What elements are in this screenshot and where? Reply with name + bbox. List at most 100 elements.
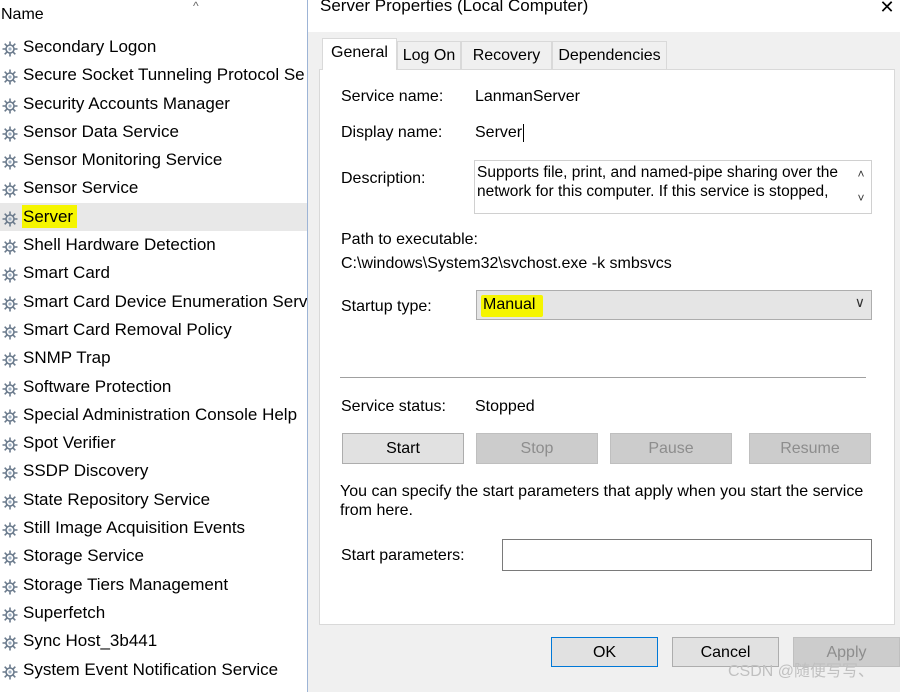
service-name: State Repository Service [23,489,211,509]
service-name: Server [22,204,78,228]
service-name: Superfetch [23,602,106,622]
dialog-titlebar[interactable]: Server Properties (Local Computer) ✕ [308,0,900,32]
service-name: Software Protection [23,376,172,396]
description-label: Description: [341,170,426,187]
dialog-title: Server Properties (Local Computer) [320,0,589,15]
service-row[interactable]: Secondary Logon [0,33,320,61]
divider [340,377,866,378]
gear-icon [1,96,19,114]
service-name-value: LanmanServer [475,88,580,105]
startup-type-value: Manual [481,295,544,317]
service-name: Special Administration Console Help [23,404,298,424]
watermark: CSDN @随便写写、 [728,663,875,680]
service-name: Secure Socket Tunneling Protocol Se [23,65,305,85]
startup-type-select[interactable]: Manual ∨ [476,290,872,320]
close-button[interactable]: ✕ [874,0,900,17]
gear-icon [1,39,19,57]
services-list-panel: Name ^ Secondary Logon Secure Socket Tunn… [0,0,320,686]
service-status-label: Service status: [341,398,446,415]
gear-icon [1,350,19,368]
service-name: Sensor Data Service [23,121,179,141]
stop-button[interactable]: Stop [476,433,598,464]
service-row[interactable]: Storage Tiers Management [0,571,320,599]
description-box[interactable]: Supports file, print, and named-pipe sha… [474,160,872,214]
service-name: Secondary Logon [23,37,157,56]
gear-icon [1,577,19,595]
gear-icon [1,379,19,397]
service-row[interactable]: Special Administration Console Help [0,401,320,429]
service-name: Security Accounts Manager [23,93,230,113]
name-column-label: Name [1,6,44,23]
resume-button[interactable]: Resume [749,433,871,464]
scroll-down-icon[interactable]: ˅ [851,187,871,209]
service-name: Spot Verifier [23,433,116,453]
service-name: Still Image Acquisition Events [23,518,246,538]
service-name: Sensor Service [23,178,139,198]
service-row[interactable]: Smart Card Removal Policy [0,316,320,344]
pause-button[interactable]: Pause [610,433,732,464]
display-name-field[interactable]: Server [475,124,525,142]
services-list: Secondary Logon Secure Socket Tunneling P… [0,33,320,684]
description-text: Supports file, print, and named-pipe sha… [477,164,839,200]
service-row[interactable]: Security Accounts Manager [0,90,320,118]
service-row[interactable]: Superfetch [0,599,320,627]
service-name: Shell Hardware Detection [23,235,216,255]
startup-type-label: Startup type: [341,298,432,315]
name-column-header[interactable]: Name ^ [0,0,320,32]
start-params-note: You can specify the start parameters tha… [340,483,864,519]
gear-icon [1,265,19,283]
gear-icon [1,605,19,623]
service-row[interactable]: Smart Card [0,259,320,287]
service-name: Storage Service [23,546,144,566]
service-row[interactable]: Sensor Data Service [0,118,320,146]
service-row[interactable]: SNMP Trap [0,344,320,372]
tab-general[interactable]: General [322,38,397,70]
gear-icon [1,435,19,453]
service-name: Smart Card [23,263,110,283]
server-properties-dialog: Server Properties (Local Computer) ✕ Gen… [307,0,900,692]
gear-icon [1,633,19,651]
service-name: Storage Tiers Management [23,574,229,594]
gear-icon [1,294,19,312]
start-params-label: Start parameters: [341,547,465,564]
scroll-up-icon[interactable]: ˄ [851,163,871,185]
service-status-value: Stopped [475,398,535,415]
service-name: SNMP Trap [23,348,111,368]
gear-icon [1,492,19,510]
gear-icon [1,662,19,680]
gear-icon [1,520,19,538]
start-button[interactable]: Start [342,433,464,464]
service-row[interactable]: Spot Verifier [0,429,320,457]
service-name: Smart Card Device Enumeration Serv [23,291,308,311]
path-value: C:\windows\System32\svchost.exe -k smbsv… [341,255,672,272]
gear-icon [1,209,19,227]
service-row[interactable]: SSDP Discovery [0,457,320,485]
service-row[interactable]: Smart Card Device Enumeration Serv [0,288,320,316]
service-row[interactable]: Still Image Acquisition Events [0,514,320,542]
service-row[interactable]: Software Protection [0,373,320,401]
sort-ascending-icon: ^ [193,0,199,13]
gear-icon [1,463,19,481]
gear-icon [1,322,19,340]
service-name-label: Service name: [341,88,444,105]
gear-icon [1,407,19,425]
service-row[interactable]: Storage Service [0,542,320,570]
chevron-down-icon: ∨ [854,294,865,310]
service-row[interactable]: Server [0,202,320,232]
tab-log-on[interactable]: Log On [397,41,461,69]
gear-icon [1,548,19,566]
service-row[interactable]: Shell Hardware Detection [0,231,320,259]
service-row[interactable]: State Repository Service [0,486,320,514]
service-row[interactable]: Sync Host_3b441 [0,627,320,655]
service-row[interactable]: Secure Socket Tunneling Protocol Se [0,61,320,89]
tab-recovery[interactable]: Recovery [461,41,552,69]
description-scrollbar[interactable]: ˄ ˅ [851,161,871,213]
service-row[interactable]: System Event Notification Service [0,656,320,684]
ok-button[interactable]: OK [551,637,658,667]
service-row[interactable]: Sensor Monitoring Service [0,146,320,174]
tab-dependencies[interactable]: Dependencies [552,41,667,69]
gear-icon [1,152,19,170]
start-params-input[interactable] [502,539,872,571]
gear-icon [1,180,19,198]
service-row[interactable]: Sensor Service [0,174,320,202]
